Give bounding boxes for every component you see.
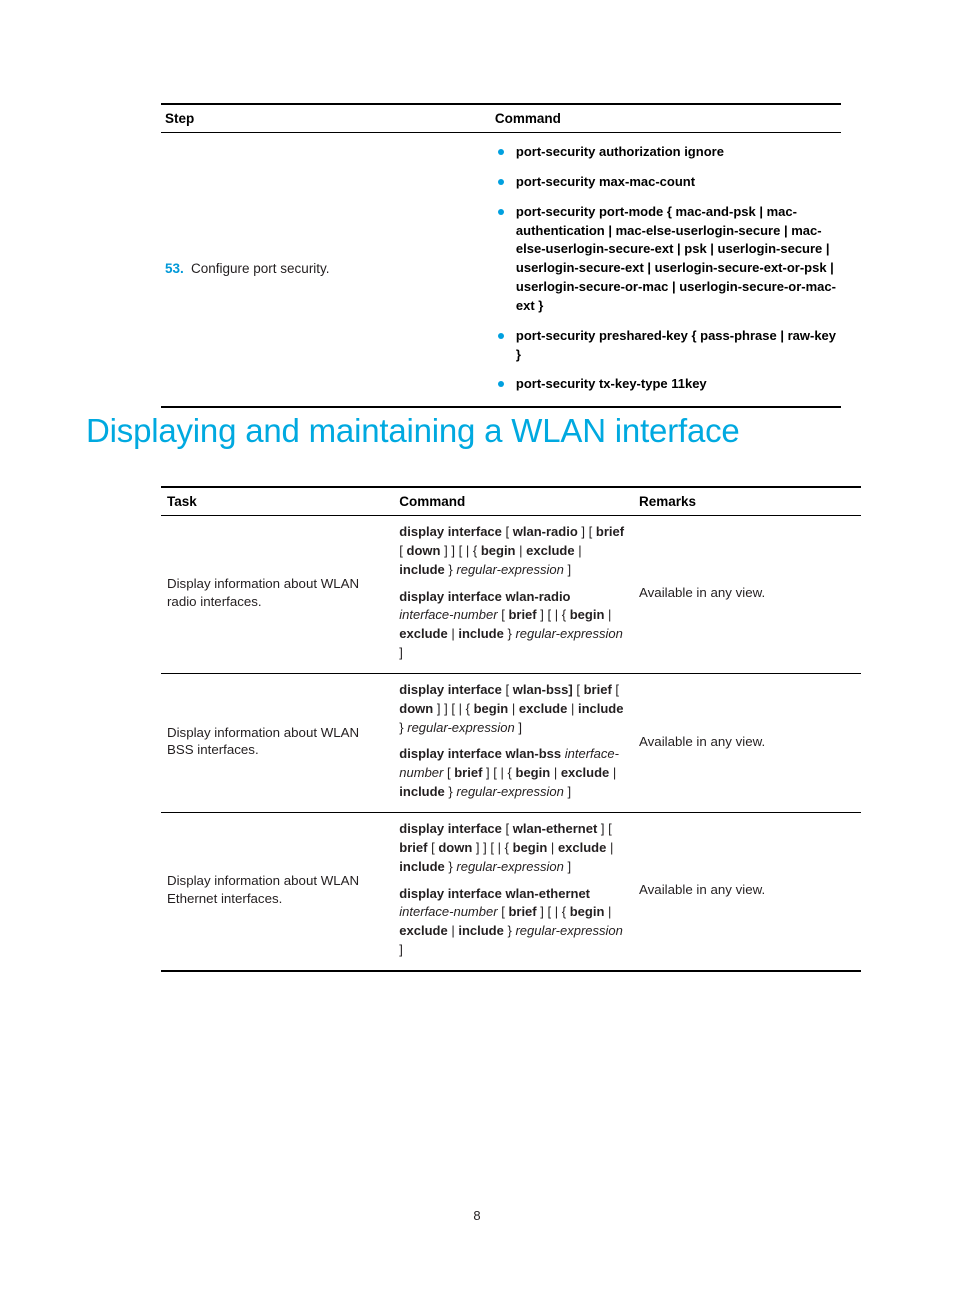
command-column-header: Command (490, 103, 841, 133)
command-variant: display interface wlan-radio interface-n… (399, 588, 627, 663)
remarks-text: Available in any view. (639, 585, 766, 601)
command-list-item: port-security max-mac-count (495, 173, 837, 192)
task-cell: Display information about WLAN BSS inter… (161, 673, 394, 813)
command-keyword: display interface wlan-bss (399, 746, 562, 762)
command-variant: display interface wlan-bss interface-num… (399, 745, 627, 802)
remarks-cell: Available in any view. (633, 812, 861, 972)
task-description: Display information about WLAN Ethernet … (167, 872, 360, 906)
command-keyword: display interface (399, 820, 502, 836)
command-column-header: Command (393, 486, 634, 516)
step-table-row: 53. Configure port security. port-securi… (161, 132, 841, 409)
command-variant: display interface [ wlan-bss] [ brief [ … (399, 681, 627, 738)
remarks-cell: Available in any view. (633, 673, 861, 813)
command-variant: display interface wlan-ethernet interfac… (399, 885, 627, 960)
task-table-header-row: Task Command Remarks (161, 486, 861, 516)
command-list-item: port-security tx-key-type 11key (495, 375, 837, 394)
command-cell: display interface [ wlan-bss] [ brief [ … (393, 673, 634, 813)
remarks-text: Available in any view. (639, 882, 766, 898)
task-description: Display information about WLAN BSS inter… (167, 724, 360, 758)
page-number: 8 (473, 1208, 481, 1223)
remarks-column-header: Remarks (633, 486, 861, 516)
task-cell: Display information about WLAN Ethernet … (161, 812, 394, 972)
table-row: Display information about WLAN radio int… (161, 515, 861, 674)
command-cell: display interface [ wlan-ethernet ] [ br… (393, 812, 634, 972)
command-keyword: display interface (399, 681, 502, 697)
command-keyword: display interface (399, 524, 502, 539)
task-column-header: Task (161, 486, 394, 516)
step-cell: 53. Configure port security. (161, 132, 491, 409)
table-row: Display information about WLAN Ethernet … (161, 812, 861, 972)
step-table-header-row: Step Command (161, 103, 841, 133)
task-cell: Display information about WLAN radio int… (161, 515, 394, 674)
step-column-header: Step (161, 103, 491, 133)
command-list-item: port-security port-mode { mac-and-psk | … (495, 203, 837, 316)
step-description: Configure port security. (191, 261, 330, 277)
command-keyword: display interface wlan-radio (399, 588, 571, 604)
remarks-cell: Available in any view. (633, 515, 861, 674)
command-list-item: port-security preshared-key { pass-phras… (495, 327, 837, 365)
command-cell: display interface [ wlan-radio ] [ brief… (393, 515, 634, 674)
task-description: Display information about WLAN radio int… (167, 576, 360, 609)
command-variant: display interface [ wlan-radio ] [ brief… (399, 523, 627, 580)
page-title: Displaying and maintaining a WLAN interf… (86, 412, 740, 449)
command-syntax: interface-number [ brief ] [ | { begin |… (399, 607, 623, 661)
port-security-step-table: Step Command 53. Configure port security… (161, 103, 841, 409)
command-list: port-security authorization ignore port-… (495, 143, 837, 394)
step-command-cell: port-security authorization ignore port-… (490, 132, 841, 409)
table-row: Display information about WLAN BSS inter… (161, 673, 861, 813)
command-list-item: port-security authorization ignore (495, 143, 837, 162)
command-syntax: interface-number [ brief ] [ | { begin |… (399, 904, 623, 958)
document-page: Step Command 53. Configure port security… (0, 0, 954, 1296)
remarks-text: Available in any view. (639, 733, 766, 749)
step-number: 53. (165, 261, 184, 277)
command-variant: display interface [ wlan-ethernet ] [ br… (399, 820, 627, 877)
display-maintain-table: Task Command Remarks Display information… (161, 486, 861, 972)
command-keyword: display interface wlan-ethernet (399, 885, 591, 901)
